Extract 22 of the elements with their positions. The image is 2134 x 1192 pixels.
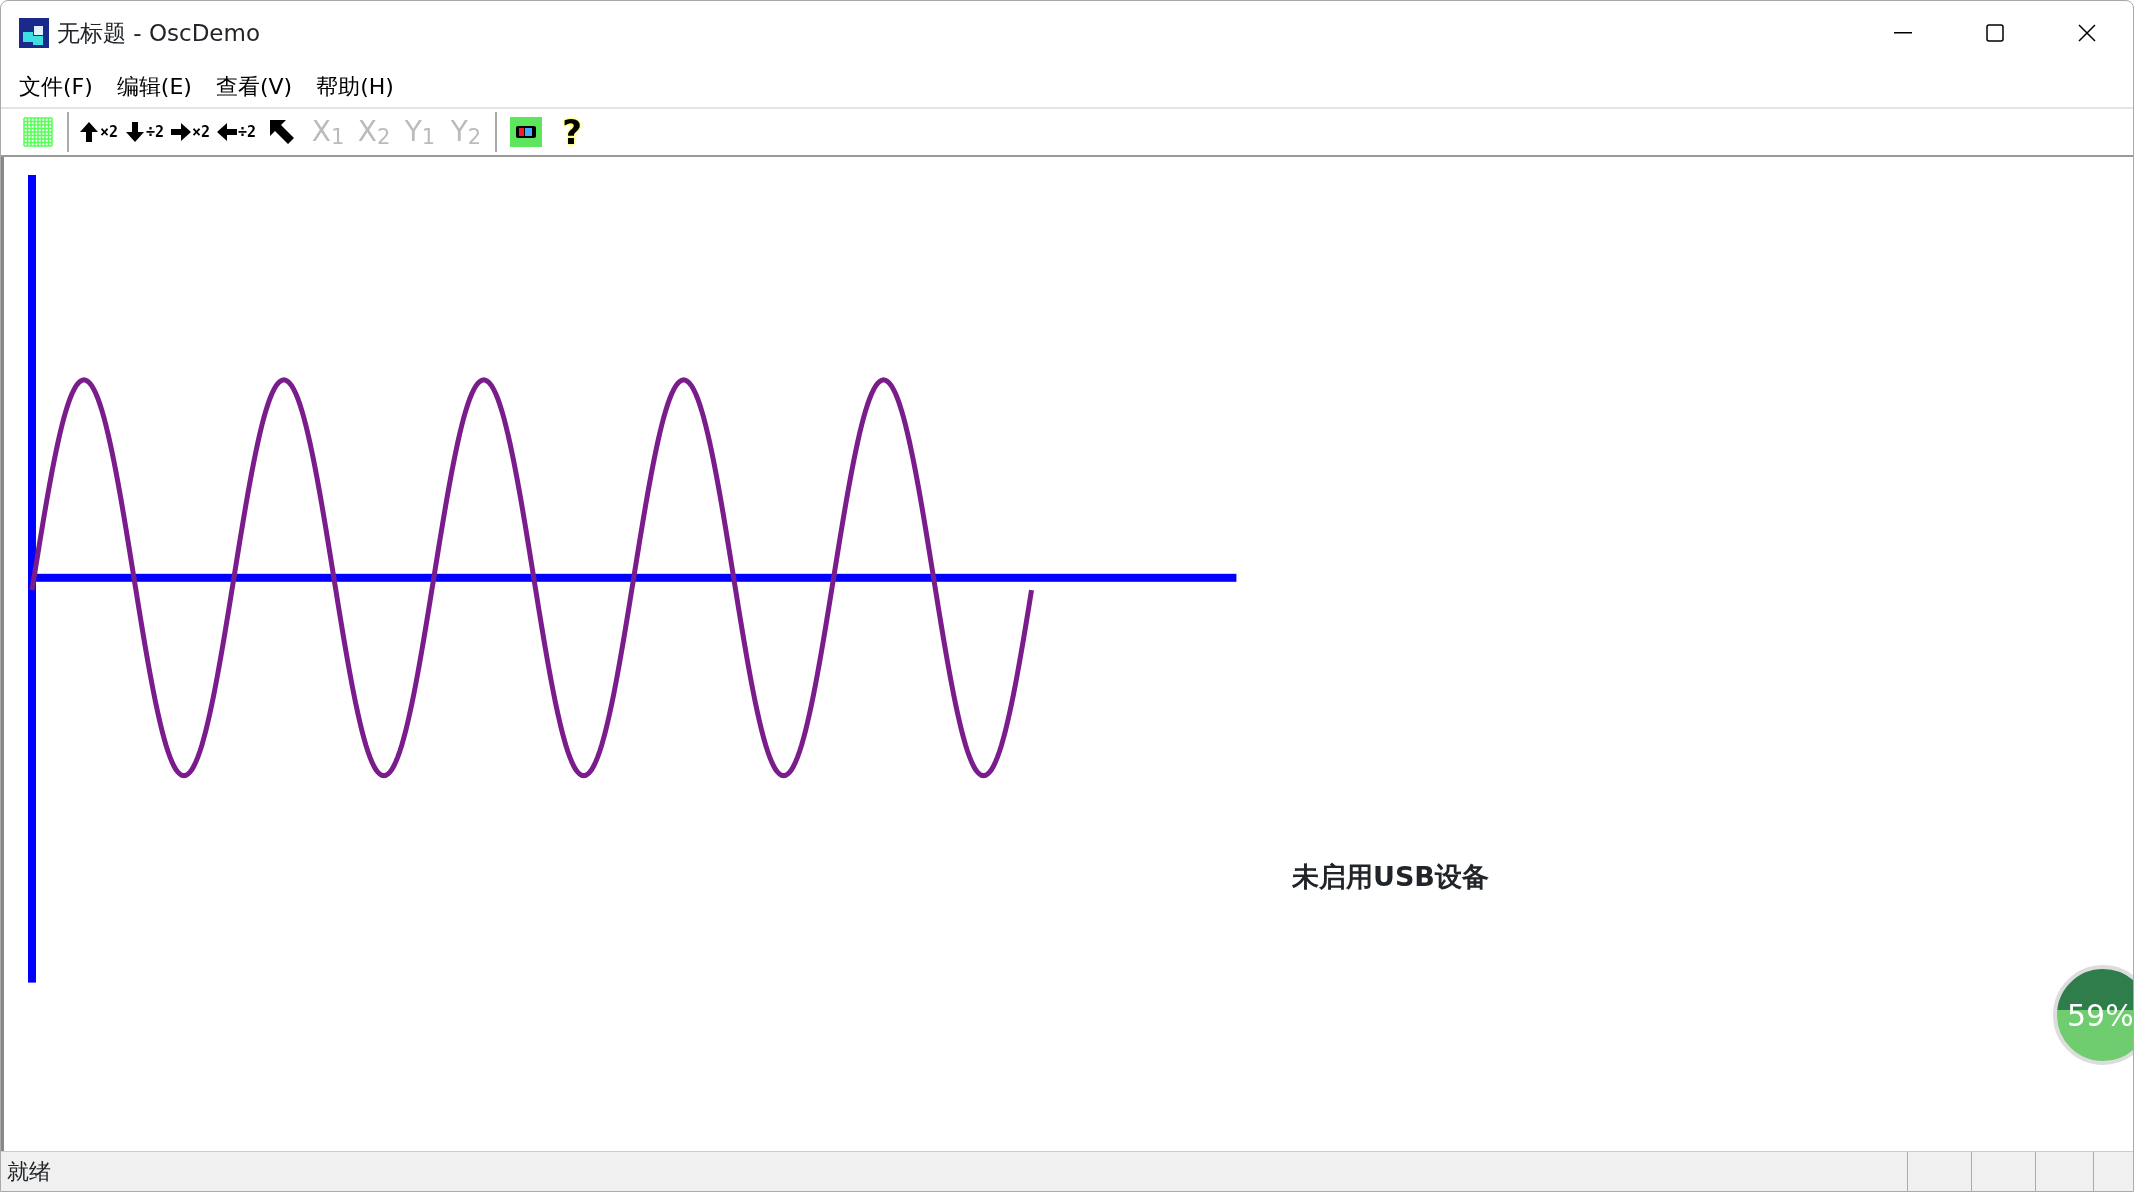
zoom-button[interactable]: ÷2: [213, 111, 259, 153]
zoom-button[interactable]: ÷2: [121, 111, 167, 153]
up-arrow-icon: [77, 121, 100, 143]
down-arrow-icon: [123, 121, 146, 143]
status-text: 就绪: [6, 1158, 51, 1186]
minimize-icon: [1894, 32, 1912, 34]
usage-widget: 59%: [2053, 965, 2133, 1065]
menu-item[interactable]: 查看(V): [203, 67, 305, 105]
zoom-button[interactable]: ×2: [167, 111, 213, 153]
menu-item[interactable]: 编辑(E): [104, 67, 204, 105]
left-arrow-icon: [215, 121, 238, 143]
menu-item[interactable]: 文件(F): [7, 67, 105, 105]
right-arrow-icon: [169, 121, 192, 143]
pointer-arrow-icon: [267, 117, 297, 147]
close-icon: [2077, 23, 2097, 43]
status-message: 未启用USB设备: [1292, 860, 1489, 894]
zoom-button[interactable]: ×2: [75, 111, 121, 153]
maximize-icon: [1985, 23, 2005, 43]
help-button[interactable]: ?: [549, 111, 595, 153]
window-title: 无标题 - OscDemo: [57, 18, 260, 48]
app-icon: [19, 18, 49, 48]
menu-item[interactable]: 帮助(H): [304, 67, 406, 105]
